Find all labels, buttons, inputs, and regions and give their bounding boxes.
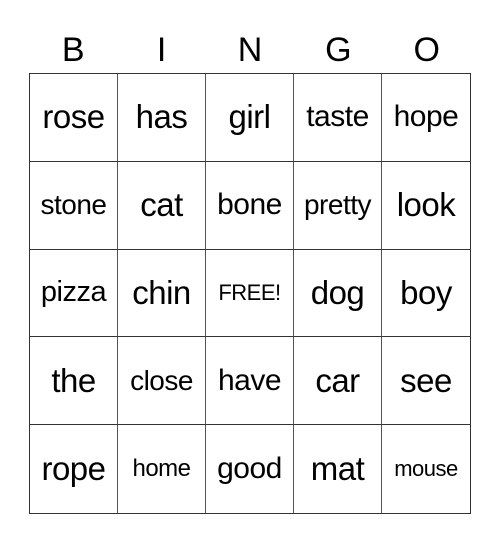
bingo-cell: has xyxy=(118,74,206,162)
bingo-cell: good xyxy=(206,425,294,513)
bingo-cell: boy xyxy=(382,250,470,338)
bingo-cell: pizza xyxy=(30,249,118,338)
bingo-cell: cat xyxy=(118,161,206,250)
bingo-cell: chin xyxy=(118,249,206,338)
bingo-cell: see xyxy=(382,337,470,426)
bingo-cell: hope xyxy=(382,74,470,162)
bingo-grid: rose has girl taste hope stone cat bone … xyxy=(29,73,471,514)
bingo-cell: taste xyxy=(294,74,382,162)
header-letter-g: G xyxy=(325,31,352,69)
bingo-cell: look xyxy=(382,162,470,250)
bingo-cell: mouse xyxy=(394,456,458,482)
header-letter-n: N xyxy=(237,31,263,69)
bingo-cell: stone xyxy=(30,161,118,250)
bingo-cell: mat xyxy=(294,425,382,513)
header-letter-i: I xyxy=(156,31,167,69)
bingo-cell: home xyxy=(118,425,206,513)
bingo-cell: girl xyxy=(206,74,294,162)
bingo-cell: pretty xyxy=(294,161,382,250)
header-letter-o: O xyxy=(413,31,440,69)
bingo-cell: rope xyxy=(30,425,118,513)
bingo-header: B I N G O xyxy=(29,28,471,73)
bingo-cell: rose xyxy=(30,74,118,162)
bingo-cell: dog xyxy=(294,249,382,338)
free-space: FREE! xyxy=(206,249,294,338)
bingo-cell: the xyxy=(30,337,118,426)
bingo-cell: bone xyxy=(206,161,294,250)
bingo-cell: close xyxy=(118,337,206,426)
bingo-cell: car xyxy=(294,337,382,426)
header-letter-b: B xyxy=(61,31,85,69)
bingo-cell: have xyxy=(206,337,294,426)
